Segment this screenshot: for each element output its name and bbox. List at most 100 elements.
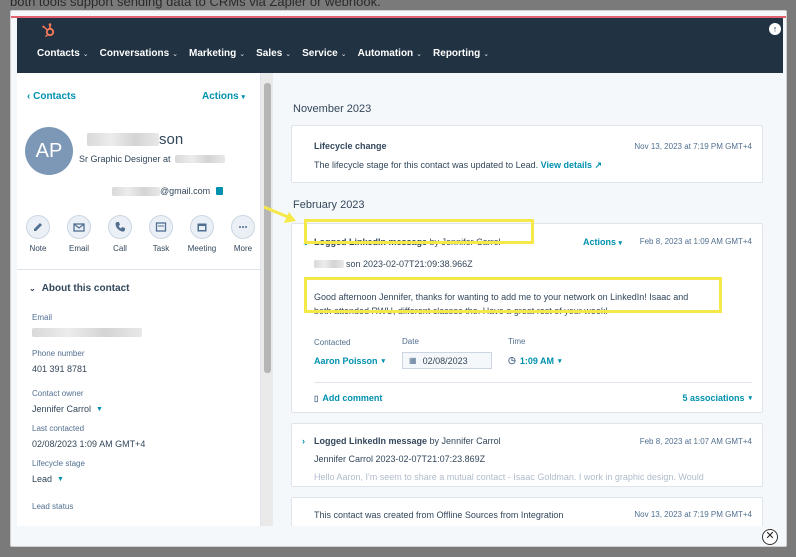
created-text: This contact was created from Offline So… — [314, 510, 564, 520]
chevron-down-icon: ⌄ — [82, 50, 89, 58]
nav-sales[interactable]: Sales ⌄ — [256, 48, 291, 59]
last-contacted-field: Last contacted 02/08/2023 1:09 AM GMT+4 — [32, 424, 145, 449]
phone-field-value[interactable]: 401 391 8781 — [32, 364, 87, 374]
card-date: Nov 13, 2023 at 7:19 PM GMT+4 — [634, 142, 752, 151]
job-title-text: Sr Graphic Designer at — [79, 154, 171, 164]
highlight-box-title — [304, 219, 534, 244]
card-title: Lifecycle change — [314, 141, 387, 151]
main-nav: Contacts ⌄ Conversations ⌄ Marketing ⌄ Sale… — [37, 48, 500, 59]
back-label: Contacts — [33, 91, 76, 102]
scroll-thumb[interactable] — [264, 83, 271, 373]
associations-dropdown[interactable]: 5 associations ▾ — [682, 393, 752, 403]
date-picker[interactable]: ▦ 02/08/2023 — [402, 352, 492, 369]
contact-name: son — [87, 131, 183, 148]
nav-reporting[interactable]: Reporting ⌄ — [433, 48, 489, 59]
divider — [17, 269, 260, 270]
last-contacted-label: Last contacted — [32, 424, 85, 433]
nav-label: Sales — [256, 48, 283, 59]
nav-contacts[interactable]: Contacts ⌄ — [37, 48, 89, 59]
close-icon[interactable]: ✕ — [762, 529, 778, 545]
annotation-arrow-icon — [263, 205, 296, 223]
meeting-action[interactable]: Meeting — [187, 215, 217, 253]
card-title[interactable]: Logged LinkedIn message by Jennifer Carr… — [314, 436, 501, 446]
note-action[interactable]: Note — [25, 215, 51, 253]
card-date: Feb 8, 2023 at 1:09 AM GMT+4 — [639, 237, 752, 246]
contacted-label: Contacted — [314, 338, 351, 347]
chevron-down-icon: ⌄ — [340, 50, 347, 58]
expand-toggle-icon[interactable]: › — [302, 436, 305, 446]
contact-email: @gmail.com — [112, 186, 224, 196]
hubspot-logo-icon[interactable] — [41, 22, 57, 38]
highlight-box-message — [304, 277, 722, 313]
phone-field: Phone number 401 391 8781 — [32, 349, 87, 374]
card-title-bold: Logged LinkedIn message — [314, 436, 428, 446]
card-actions-label: Actions — [582, 237, 616, 247]
lead-status-field: Lead status — [32, 502, 73, 511]
phone-field-label: Phone number — [32, 349, 85, 358]
nav-conversations[interactable]: Conversations ⌄ — [100, 48, 178, 59]
name-suffix: son — [159, 131, 184, 148]
chevron-down-icon: ⌄ — [239, 50, 246, 58]
card-text: The lifecycle stage for this contact was… — [314, 160, 602, 171]
avatar[interactable]: AP — [25, 127, 73, 175]
lifecycle-value[interactable]: Lead ▼ — [32, 474, 85, 484]
call-label: Call — [113, 244, 127, 253]
sidebar-scrollbar[interactable] — [261, 73, 273, 526]
nav-label: Conversations — [99, 48, 170, 59]
nav-marketing[interactable]: Marketing ⌄ — [189, 48, 245, 59]
owner-field-value[interactable]: Jennifer Carrol ▼ — [32, 404, 103, 414]
caret-down-icon: ▼ — [57, 475, 64, 483]
calendar-icon: ▦ — [409, 356, 417, 365]
help-icon[interactable]: ↑ — [769, 23, 781, 35]
nav-label: Service — [302, 48, 338, 59]
card-subline: son 2023-02-07T21:09:38.966Z — [314, 259, 473, 269]
card-subline-text: son 2023-02-07T21:09:38.966Z — [346, 259, 473, 269]
contacted-dropdown[interactable]: Aaron Poisson ▾ — [314, 356, 385, 366]
clock-icon: ◷ — [508, 355, 516, 365]
chevron-down-icon: ⌄ — [416, 50, 423, 58]
card-date: Feb 8, 2023 at 1:07 AM GMT+4 — [639, 437, 752, 446]
email-field-value[interactable] — [32, 328, 142, 337]
more-action[interactable]: More — [230, 215, 256, 253]
card-title-author: by Jennifer Carrol — [429, 436, 501, 446]
add-comment-button[interactable]: ▯ Add comment — [314, 393, 382, 403]
redacted-sender — [314, 260, 344, 268]
nav-service[interactable]: Service ⌄ — [302, 48, 346, 59]
view-details-link[interactable]: View details ↗ — [541, 160, 602, 170]
calendar-icon — [190, 215, 214, 239]
lifecycle-change-card: Lifecycle change Nov 13, 2023 at 7:19 PM… — [291, 125, 763, 183]
associations-label: 5 associations — [682, 393, 745, 403]
actions-label: Actions — [202, 91, 239, 102]
phone-icon — [108, 215, 132, 239]
chevron-down-icon: ⌄ — [483, 50, 490, 58]
email-field-label: Email — [32, 313, 53, 322]
back-to-contacts-link[interactable]: ‹ Contacts — [27, 91, 76, 102]
lifecycle-label: Lifecycle stage — [32, 459, 85, 468]
note-label: Note — [29, 244, 47, 253]
month-heading-feb: February 2023 — [293, 199, 365, 211]
card-text-body: The lifecycle stage for this contact was… — [314, 160, 539, 170]
call-action[interactable]: Call — [107, 215, 133, 253]
linkedin-message-card-2: › Logged LinkedIn message by Jennifer Ca… — [291, 423, 763, 487]
redacted-company — [174, 155, 225, 163]
owner-field-label: Contact owner — [32, 389, 84, 398]
nav-label: Reporting — [433, 48, 481, 59]
nav-automation[interactable]: Automation ⌄ — [358, 48, 422, 59]
email-icon — [67, 215, 91, 239]
card-actions-dropdown[interactable]: Actions ▾ — [583, 237, 622, 247]
more-icon — [231, 215, 255, 239]
sidebar-actions-dropdown[interactable]: Actions ▾ — [202, 91, 245, 102]
email-action[interactable]: Email — [66, 215, 92, 253]
meeting-label: Meeting — [187, 244, 217, 253]
contacted-value: Aaron Poisson — [314, 356, 378, 366]
lead-status-label: Lead status — [32, 502, 74, 511]
about-section-toggle[interactable]: ⌄ About this contact — [29, 283, 129, 294]
external-link-icon: ↗ — [594, 160, 603, 170]
time-value: 1:09 AM — [519, 355, 555, 366]
time-dropdown[interactable]: ◷ 1:09 AM ▾ — [508, 355, 562, 366]
chevron-down-icon: ⌄ — [29, 284, 36, 293]
copy-icon[interactable] — [216, 187, 224, 195]
task-action[interactable]: Task — [148, 215, 174, 253]
top-navigation-bar: Contacts ⌄ Conversations ⌄ Marketing ⌄ Sale… — [17, 17, 783, 73]
screenshot-modal: Contacts ⌄ Conversations ⌄ Marketing ⌄ Sale… — [10, 10, 787, 547]
